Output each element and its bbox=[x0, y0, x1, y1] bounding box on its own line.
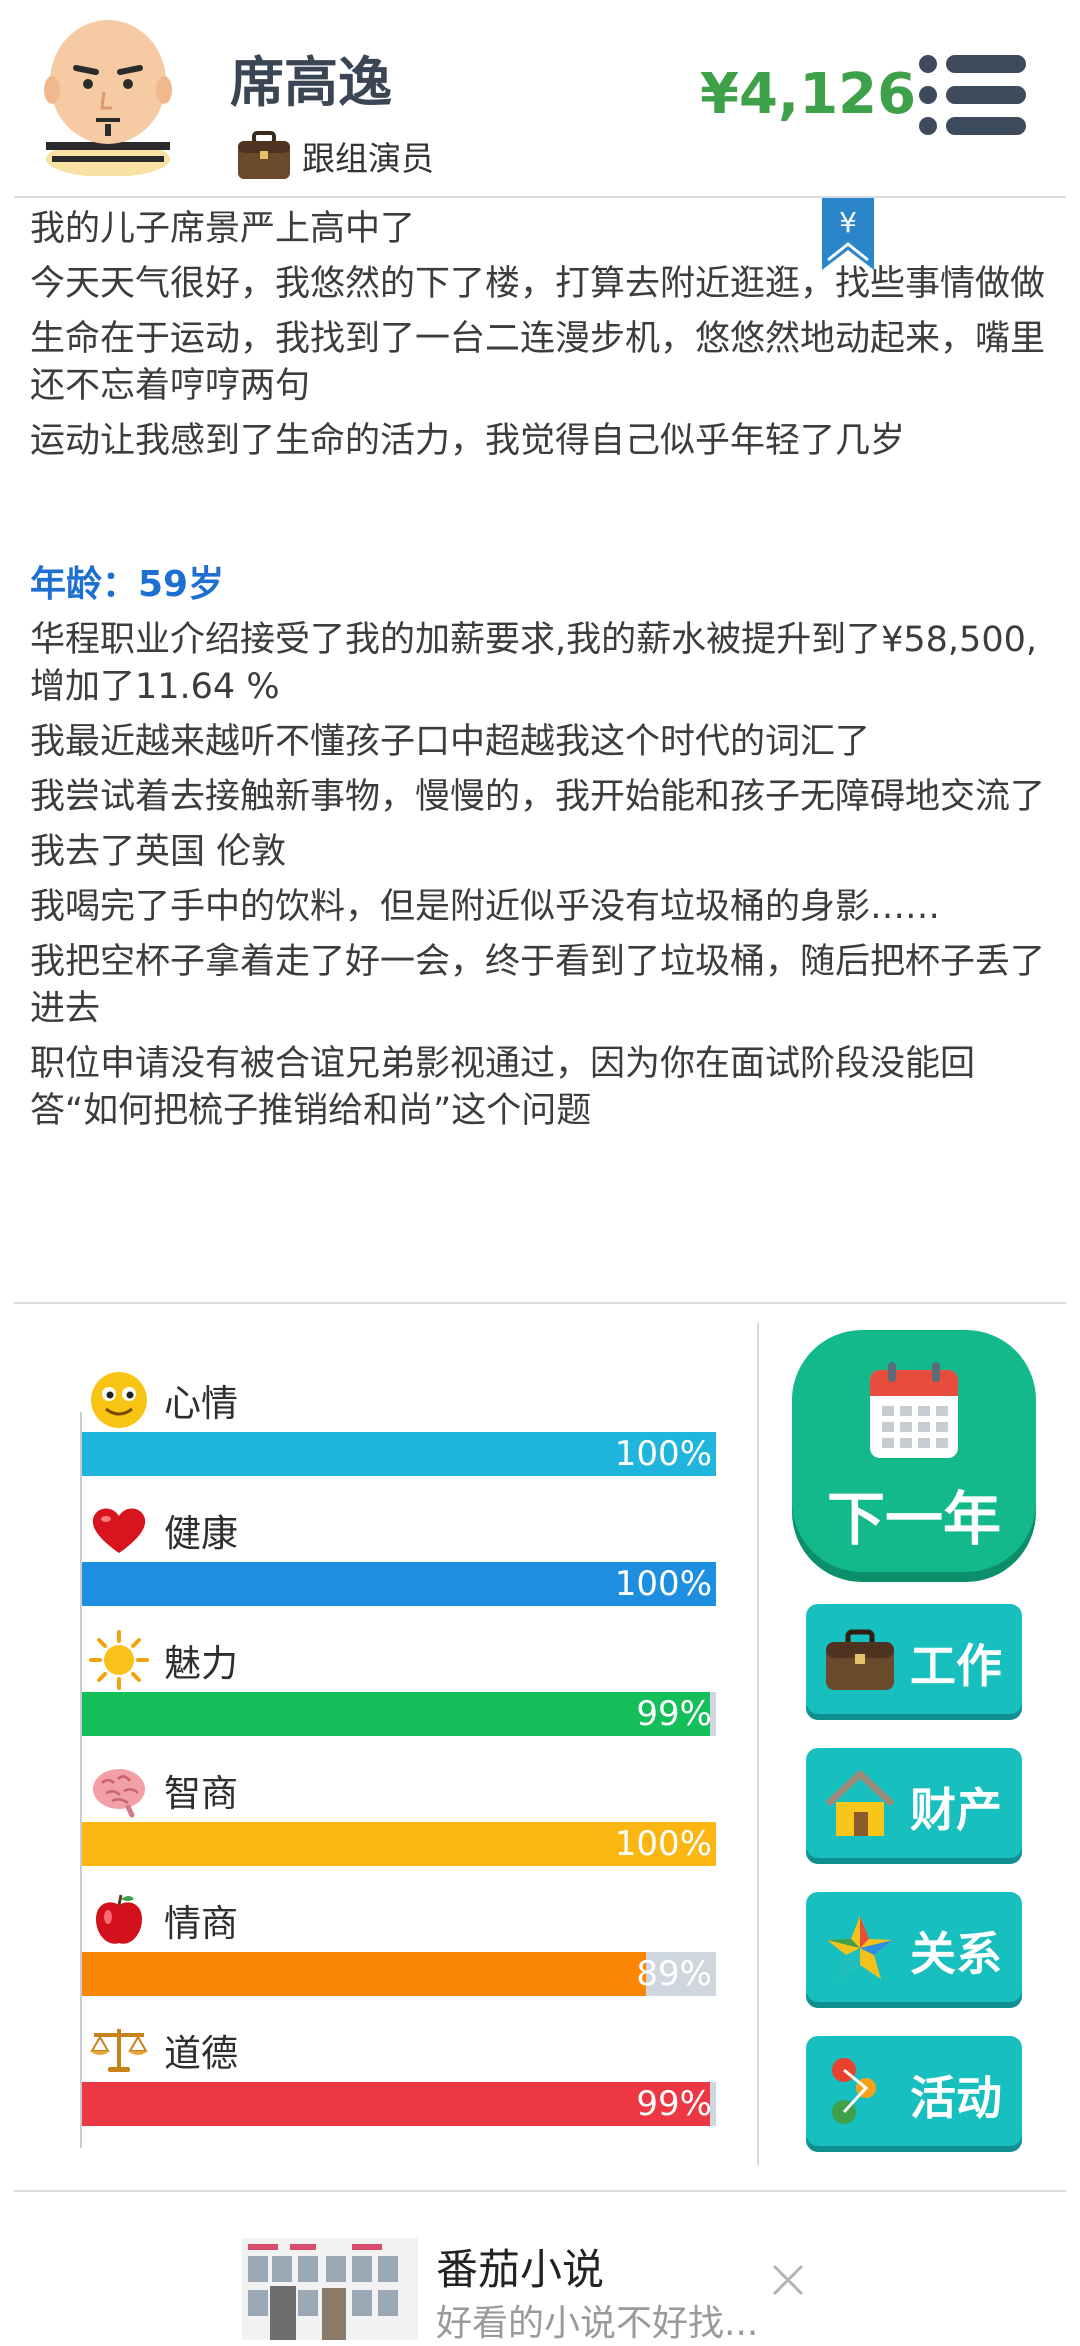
smiley-icon bbox=[91, 1372, 147, 1428]
relations-label: 关系 bbox=[910, 1927, 1002, 1981]
job-info: 跟组演员 bbox=[236, 128, 434, 184]
stat-label: 情商 bbox=[164, 1902, 238, 1945]
heart-icon bbox=[92, 1508, 146, 1553]
player-name: 席高逸 bbox=[230, 51, 392, 114]
stat-bar: 100% bbox=[82, 1562, 716, 1606]
log-line: 运动让我感到了生命的活力，我觉得自己似乎年轻了几岁 bbox=[30, 421, 906, 461]
stat-value: 89% bbox=[636, 1954, 712, 1994]
property-label: 财产 bbox=[910, 1783, 1002, 1837]
log-line: 生命在于运动，我找到了一台二连漫步机，悠悠然地动起来，嘴里还不忘着哼哼两句 bbox=[30, 319, 1046, 406]
stat-value: 100% bbox=[614, 1564, 712, 1604]
relations-button[interactable]: 关系 bbox=[806, 1892, 1022, 2002]
menu-icon[interactable] bbox=[918, 52, 1028, 138]
brain-icon bbox=[93, 1769, 145, 1818]
stat-charm: 魅力 99% bbox=[82, 1628, 716, 1736]
ad-divider bbox=[14, 2190, 1066, 2192]
stat-value: 99% bbox=[636, 1694, 712, 1734]
log-line: 我的儿子席景严上高中了 bbox=[30, 209, 416, 249]
log-line: 我最近越来越听不懂孩子口中超越我这个时代的词汇了 bbox=[30, 722, 871, 762]
stat-mood: 心情 100% bbox=[82, 1368, 716, 1476]
stat-bar: 100% bbox=[82, 1432, 716, 1476]
property-button[interactable]: 财产 bbox=[806, 1748, 1022, 1858]
stat-label: 健康 bbox=[164, 1512, 238, 1555]
log-line: 我把空杯子拿着走了好一会，终于看到了垃圾桶，随后把杯子丢了进去 bbox=[30, 942, 1046, 1029]
log-line: 华程职业介绍接受了我的加薪要求,我的薪水被提升到了¥58,500,增加了11.6… bbox=[30, 620, 1037, 707]
ad-banner[interactable]: 番茄小说 好看的小说不好找... bbox=[0, 2198, 1080, 2344]
header-divider bbox=[14, 196, 1066, 198]
scales-icon bbox=[90, 2029, 148, 2072]
log-divider bbox=[14, 1302, 1066, 1304]
stat-value: 100% bbox=[614, 1824, 712, 1864]
next-year-label: 下一年 bbox=[826, 1485, 1001, 1553]
activity-icon bbox=[832, 2058, 876, 2124]
stat-iq: 智商 100% bbox=[82, 1758, 716, 1866]
event-log[interactable]: 我的儿子席景严上高中了 今天天气很好，我悠然的下了楼，打算去附近逛逛，找些事情做… bbox=[30, 206, 1050, 1143]
ad-thumbnail[interactable] bbox=[242, 2238, 418, 2340]
briefcase-icon bbox=[238, 131, 290, 179]
ad-title: 番茄小说 bbox=[436, 2245, 605, 2294]
close-icon[interactable] bbox=[770, 2262, 806, 2298]
ad-thumbnail-image bbox=[242, 2238, 418, 2340]
apple-icon bbox=[96, 1894, 142, 1944]
house-icon bbox=[825, 1770, 895, 1836]
stat-health: 健康 100% bbox=[82, 1498, 716, 1606]
log-line: 我去了英国 伦敦 bbox=[30, 832, 287, 872]
log-line: 职位申请没有被合谊兄弟影视通过，因为你在面试阶段没能回答“如何把梳子推销给和尚”… bbox=[30, 1044, 976, 1131]
stat-value: 100% bbox=[614, 1434, 712, 1474]
stat-bar: 99% bbox=[82, 1692, 716, 1736]
panel-separator bbox=[757, 1322, 759, 2166]
stat-label: 魅力 bbox=[164, 1642, 238, 1685]
log-line: 今天天气很好，我悠然的下了楼，打算去附近逛逛，找些事情做做 bbox=[30, 264, 1046, 304]
stat-label: 道德 bbox=[164, 2032, 238, 2075]
stat-value: 99% bbox=[636, 2084, 712, 2124]
calendar-icon bbox=[870, 1362, 958, 1458]
stat-bar: 89% bbox=[82, 1952, 716, 1996]
stats-panel: 心情 100% 健康 100% 魅力 99% 智商 100% 情商 89% 道德… bbox=[0, 1316, 760, 2156]
job-title: 跟组演员 bbox=[302, 139, 434, 178]
ad-subtitle: 好看的小说不好找... bbox=[436, 2303, 759, 2344]
log-line: 我尝试着去接触新事物，慢慢的，我开始能和孩子无障碍地交流了 bbox=[30, 777, 1046, 817]
log-line: 我喝完了手中的饮料，但是附近似乎没有垃圾桶的身影…… bbox=[30, 887, 941, 927]
avatar[interactable] bbox=[38, 14, 178, 176]
activities-button[interactable]: 活动 bbox=[806, 2036, 1022, 2146]
stat-morality: 道德 99% bbox=[82, 2018, 716, 2126]
money-balance: ¥4,126 bbox=[700, 62, 917, 127]
stat-label: 心情 bbox=[164, 1382, 238, 1425]
activities-label: 活动 bbox=[910, 2071, 1002, 2125]
work-label: 工作 bbox=[910, 1639, 1002, 1693]
stat-bar-fill bbox=[82, 1952, 647, 1996]
stat-bar-fill bbox=[82, 1692, 710, 1736]
star-icon bbox=[827, 1916, 893, 1979]
age-label: 年龄：59岁 bbox=[30, 564, 225, 605]
sun-icon bbox=[89, 1630, 149, 1690]
briefcase-icon bbox=[826, 1629, 894, 1690]
stat-bar: 100% bbox=[82, 1822, 716, 1866]
stat-bar-fill bbox=[82, 2082, 710, 2126]
stat-bar: 99% bbox=[82, 2082, 716, 2126]
stat-eq: 情商 89% bbox=[82, 1888, 716, 1996]
log-spacer bbox=[30, 473, 1050, 561]
work-button[interactable]: 工作 bbox=[806, 1604, 1022, 1714]
profile-header: 席高逸 跟组演员 ¥4,126 bbox=[0, 0, 1080, 196]
next-year-button[interactable]: 下一年 bbox=[792, 1330, 1036, 1572]
stat-label: 智商 bbox=[164, 1772, 238, 1815]
